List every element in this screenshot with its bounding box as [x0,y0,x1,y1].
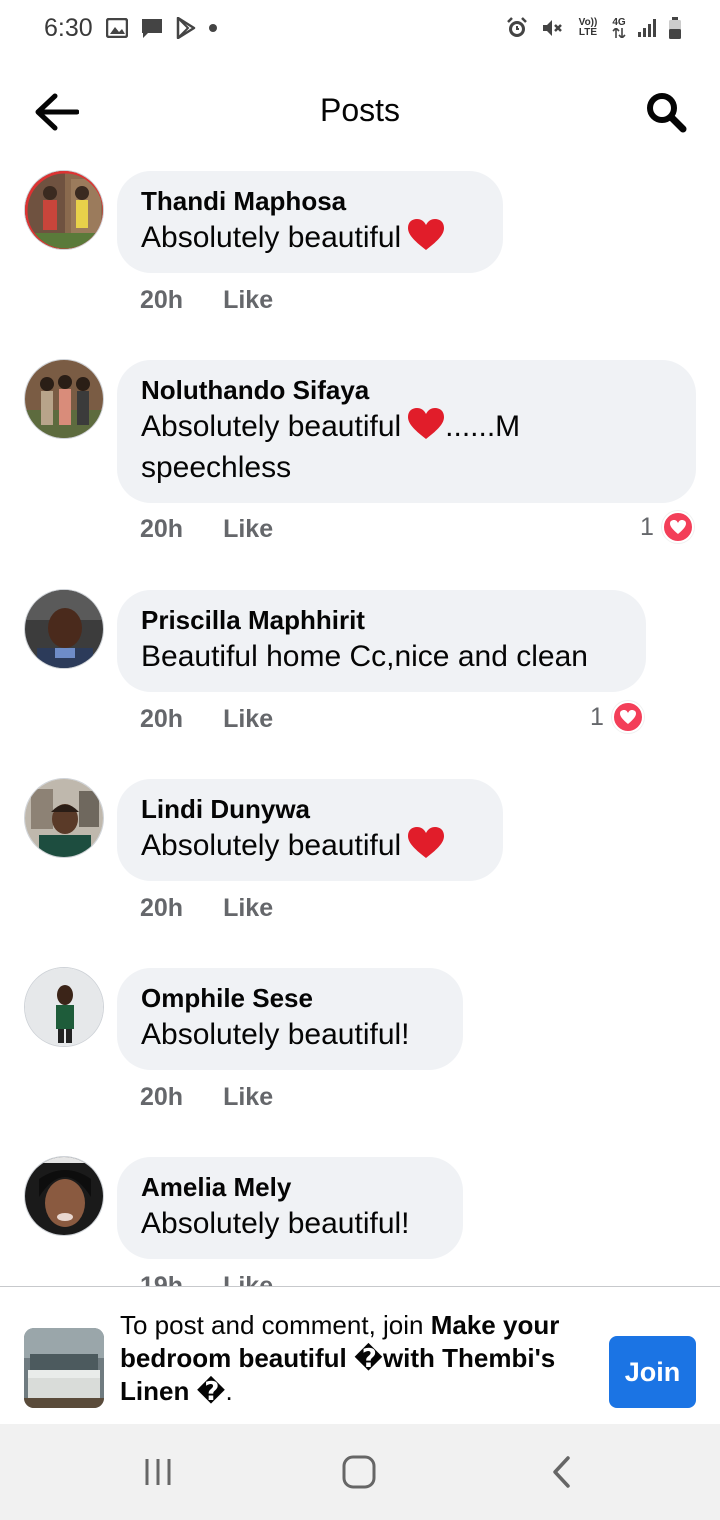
comment-bubble[interactable]: Lindi Dunywa Absolutely beautiful [117,779,503,881]
comment-text: Absolutely beautiful [141,825,479,866]
top-app-bar: Posts [0,72,720,152]
mute-icon [540,16,564,40]
chevron-left-icon [553,1456,570,1488]
network-type-label: 4G [612,17,626,28]
join-group-banner: To post and comment, join Make your bedr… [0,1286,720,1424]
network-indicator: 4G [612,18,626,38]
comment-bubble[interactable]: Amelia Mely Absolutely beautiful! [117,1157,463,1259]
comment-author[interactable]: Lindi Dunywa [141,793,479,825]
join-prompt-prefix: To post and comment, join [120,1310,431,1340]
red-heart-emoji-icon [408,219,445,250]
notification-icons [106,17,218,39]
comment-text: Absolutely beautiful [141,217,479,258]
system-navigation-bar [0,1424,720,1520]
message-icon [140,17,164,39]
comment-time[interactable]: 20h [140,515,183,544]
comment-time[interactable]: 20h [140,1083,183,1112]
volte-indicator: Vo)) LTE [578,17,598,38]
join-prompt-text: To post and comment, join Make your bedr… [120,1309,600,1408]
join-button[interactable]: Join [609,1336,696,1408]
comment-meta: 20h Like [140,286,273,315]
back-nav-button[interactable] [541,1452,581,1492]
like-button[interactable]: Like [223,286,273,315]
reaction-count: 1 [590,702,604,731]
comment-time[interactable]: 20h [140,705,183,734]
comment-text: Beautiful home Cc,nice and clean [141,640,588,673]
alarm-icon [505,16,529,40]
system-icons: Vo)) LTE 4G [505,16,682,40]
home-icon [342,1455,376,1489]
home-button[interactable] [339,1452,379,1492]
comment-bubble[interactable]: Noluthando Sifaya Absolutely beautiful..… [117,360,696,503]
red-heart-emoji-icon [408,827,445,858]
search-button[interactable] [642,88,690,136]
love-reaction-icon [661,511,694,543]
status-time: 6:30 [44,14,93,42]
comments-list: Thandi Maphosa Absolutely beautiful 20h … [0,150,720,1286]
love-reaction-icon [611,701,644,733]
comment-meta: 19h Like [140,1272,273,1286]
search-icon [647,93,687,133]
gallery-icon [106,18,128,38]
comment-text: Absolutely beautiful! [141,1018,410,1051]
recent-apps-button[interactable] [138,1452,178,1492]
reaction-count: 1 [640,512,654,541]
like-button[interactable]: Like [223,894,273,923]
status-bar: 6:30 Vo)) LTE 4G [0,0,720,60]
group-cover-thumbnail[interactable] [24,1328,104,1408]
page-title: Posts [319,92,401,128]
comment-bubble[interactable]: Priscilla Maphhirit Beautiful home Cc,ni… [117,590,646,692]
comment-text-content: Absolutely beautiful [141,829,402,862]
comment-author[interactable]: Priscilla Maphhirit [141,604,622,636]
like-button[interactable]: Like [223,1083,273,1112]
comment-text-content: Absolutely beautiful [141,410,402,443]
comment-text: Absolutely beautiful! [141,1207,410,1240]
avatar[interactable] [24,967,104,1047]
reaction-summary[interactable]: 1 [640,511,694,543]
comment-time[interactable]: 19h [140,1272,183,1286]
like-button[interactable]: Like [223,515,273,544]
comment-meta: 20h Like [140,515,273,544]
reaction-summary[interactable]: 1 [590,701,644,733]
comment-text-content: Absolutely beautiful [141,221,402,254]
comment-author[interactable]: Omphile Sese [141,982,439,1014]
dot-icon [208,23,218,33]
comment-meta: 20h Like [140,705,273,734]
comment-text: Absolutely beautiful ......M speechless [141,406,672,488]
comment-author[interactable]: Noluthando Sifaya [141,374,672,406]
comment-author[interactable]: Thandi Maphosa [141,185,479,217]
red-heart-emoji-icon [408,408,445,439]
recent-apps-icon [145,1459,171,1485]
comment-meta: 20h Like [140,894,273,923]
comment-bubble[interactable]: Thandi Maphosa Absolutely beautiful [117,171,503,273]
like-button[interactable]: Like [223,705,273,734]
join-prompt-suffix: . [225,1376,233,1406]
comment-time[interactable]: 20h [140,894,183,923]
signal-icon [637,18,657,38]
comment-bubble[interactable]: Omphile Sese Absolutely beautiful! [117,968,463,1070]
avatar[interactable] [24,778,104,858]
battery-icon [668,16,682,40]
comment-meta: 20h Like [140,1083,273,1112]
like-button[interactable]: Like [223,1272,273,1286]
comment-author[interactable]: Amelia Mely [141,1171,439,1203]
comment-time[interactable]: 20h [140,286,183,315]
avatar[interactable] [24,1156,104,1236]
play-store-icon [176,17,196,39]
avatar[interactable] [24,170,104,250]
avatar[interactable] [24,589,104,669]
avatar[interactable] [24,359,104,439]
